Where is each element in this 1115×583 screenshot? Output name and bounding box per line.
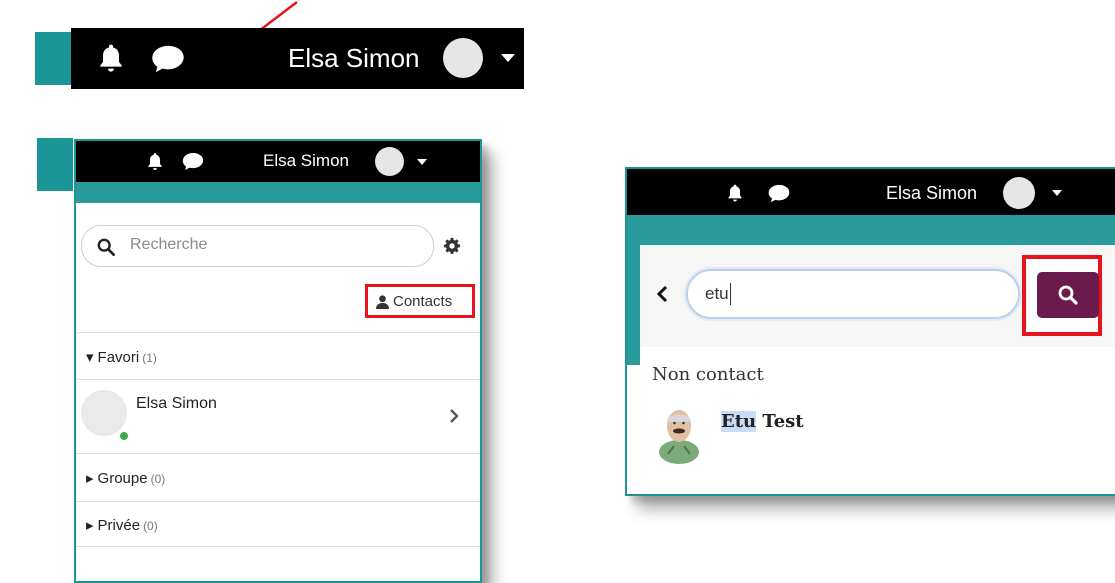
- messaging-drawer-search: Elsa Simon etu Non contact Etu Test: [625, 167, 1115, 496]
- search-icon: [97, 238, 115, 256]
- chevron-left-icon[interactable]: [656, 285, 668, 303]
- bell-icon[interactable]: [725, 182, 745, 204]
- section-favori[interactable]: ▾ Favori (1): [86, 348, 157, 366]
- section-label: Favori: [97, 349, 140, 366]
- user-name[interactable]: Elsa Simon: [886, 183, 977, 203]
- section-groupe[interactable]: ▸ Groupe (0): [86, 469, 165, 487]
- avatar[interactable]: [443, 38, 483, 78]
- caret-right-icon: ▸: [86, 470, 94, 487]
- drawer-edge-strip: [627, 245, 640, 365]
- contact-name: Elsa Simon: [136, 395, 217, 412]
- chat-icon[interactable]: [182, 152, 204, 171]
- search-icon: [1058, 285, 1078, 305]
- divider: [76, 501, 480, 502]
- chevron-right-icon: [450, 409, 459, 423]
- user-icon: [376, 295, 389, 309]
- drawer-header-strip: [76, 182, 480, 203]
- caret-down-icon: ▾: [86, 349, 94, 366]
- chat-icon[interactable]: [767, 184, 791, 203]
- user-name[interactable]: Elsa Simon: [288, 42, 420, 74]
- caret-down-icon[interactable]: [501, 54, 515, 62]
- divider: [76, 453, 480, 454]
- divider: [76, 332, 480, 333]
- contacts-label: Contacts: [393, 293, 453, 310]
- match-highlight: Etu: [721, 411, 757, 432]
- section-privee[interactable]: ▸ Privée (0): [86, 516, 158, 534]
- caret-right-icon: ▸: [86, 517, 94, 534]
- user-name[interactable]: Elsa Simon: [263, 151, 349, 171]
- drawer-header-strip: [627, 215, 1115, 245]
- caret-down-icon[interactable]: [1052, 190, 1062, 196]
- search-value: etu: [705, 283, 731, 305]
- section-count: (1): [142, 351, 157, 365]
- divider: [76, 546, 480, 547]
- bell-icon[interactable]: [95, 42, 127, 74]
- chat-icon[interactable]: [151, 44, 185, 74]
- navbar: Elsa Simon: [76, 141, 480, 182]
- results-heading: Non contact: [652, 364, 764, 385]
- bell-icon[interactable]: [145, 151, 165, 172]
- section-count: (0): [150, 472, 166, 486]
- avatar: [81, 390, 127, 436]
- section-count: (0): [143, 519, 158, 533]
- search-input[interactable]: Recherche: [81, 225, 434, 267]
- caret-down-icon[interactable]: [417, 159, 427, 165]
- divider: [76, 379, 480, 380]
- search-input[interactable]: etu: [686, 269, 1020, 319]
- avatar[interactable]: [1003, 177, 1035, 209]
- online-status-dot: [120, 432, 128, 440]
- section-label: Groupe: [97, 470, 148, 487]
- avatar[interactable]: [375, 147, 404, 176]
- result-name-rest: Test: [756, 411, 804, 432]
- navbar-top: Elsa Simon: [71, 28, 524, 89]
- step-marker-2: [37, 138, 73, 191]
- search-button[interactable]: [1037, 272, 1099, 318]
- step-marker-1: [35, 32, 71, 85]
- section-label: Privée: [97, 517, 141, 534]
- navbar: Elsa Simon: [627, 169, 1115, 215]
- gear-icon[interactable]: [443, 237, 461, 255]
- search-result-name[interactable]: Etu Test: [721, 411, 804, 432]
- messaging-drawer-contacts: Elsa Simon Recherche Contacts ▾ Favori (1)…: [74, 139, 482, 583]
- search-button-highlight: [1022, 255, 1102, 336]
- avatar: [659, 410, 699, 464]
- contacts-button[interactable]: Contacts: [365, 284, 475, 318]
- search-placeholder: Recherche: [130, 236, 208, 253]
